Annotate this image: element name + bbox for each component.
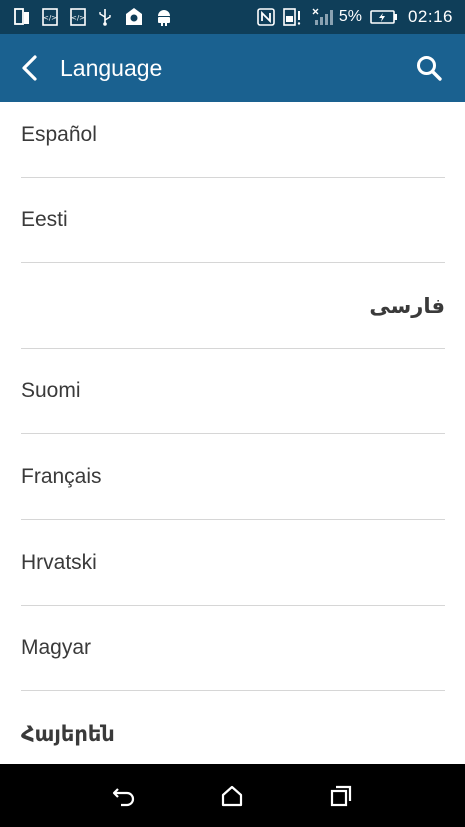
language-label: Hrvatski <box>21 550 97 574</box>
recents-icon <box>330 785 351 806</box>
sim-alert-icon <box>283 8 303 26</box>
back-icon <box>113 787 135 806</box>
navigation-bar <box>0 764 465 827</box>
clock: 02:16 <box>407 7 453 26</box>
location-icon <box>124 7 144 27</box>
language-label: Հայերեն <box>21 722 115 746</box>
language-item[interactable]: Hrvatski <box>21 520 445 606</box>
language-item[interactable]: Suomi <box>21 348 445 434</box>
status-bar: </> </> 5% 02:16 <box>0 0 465 34</box>
language-item[interactable]: فارسی <box>21 263 445 349</box>
language-label: Français <box>21 464 102 488</box>
status-left-icons: </> </> <box>14 7 184 27</box>
language-item[interactable]: Español <box>21 102 445 178</box>
page-title: Language <box>60 54 163 81</box>
svg-text:</>: </> <box>71 14 85 22</box>
android-icon <box>156 8 172 26</box>
nav-recents-button[interactable] <box>316 771 366 821</box>
home-icon <box>222 785 243 806</box>
back-button[interactable] <box>2 34 58 102</box>
search-icon <box>417 56 442 81</box>
nfc-icon <box>257 8 275 26</box>
language-label: Español <box>21 122 97 146</box>
battery-icon <box>370 9 398 25</box>
tablet-icon <box>14 8 30 26</box>
svg-text:</>: </> <box>43 14 57 22</box>
back-arrow-icon <box>22 55 37 81</box>
language-item[interactable]: Eesti <box>21 177 445 263</box>
language-item[interactable]: Magyar <box>21 605 445 691</box>
nav-home-button[interactable] <box>207 771 257 821</box>
battery-percent: 5% <box>338 8 362 25</box>
language-label: Eesti <box>21 207 68 231</box>
signal-icon <box>311 8 333 26</box>
app-bar: Language <box>0 34 465 102</box>
code-icon: </> <box>70 8 86 26</box>
search-button[interactable] <box>407 46 451 90</box>
language-list: Español Eesti فارسی Suomi Français Hrvat… <box>0 102 465 764</box>
language-item[interactable]: Français <box>21 434 445 520</box>
language-item[interactable]: Հայերեն <box>21 691 445 764</box>
language-label: Magyar <box>21 635 92 659</box>
language-label: فارسی <box>369 293 445 318</box>
usb-icon <box>98 8 112 26</box>
nav-back-button[interactable] <box>99 771 149 821</box>
language-label: Suomi <box>21 378 81 402</box>
status-right-icons: 5% 02:16 <box>249 7 453 27</box>
code-icon: </> <box>42 8 58 26</box>
